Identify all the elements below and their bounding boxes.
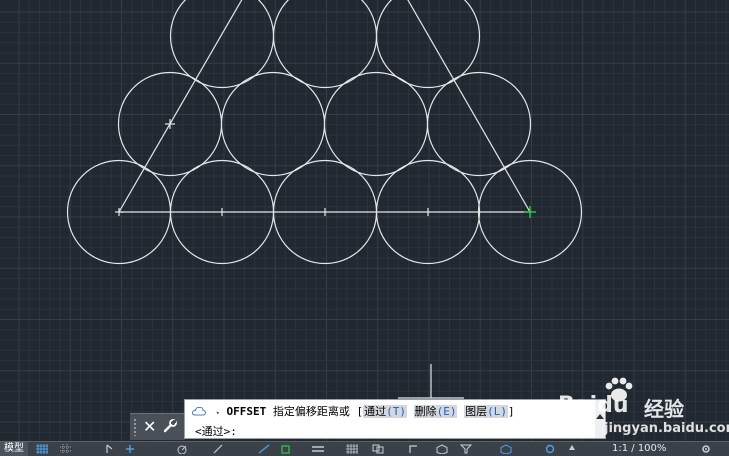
cloud-icon[interactable] bbox=[191, 405, 209, 417]
scroll-up-icon[interactable] bbox=[596, 414, 604, 419]
bracket-close: ] bbox=[507, 405, 515, 418]
command-name: OFFSET bbox=[226, 405, 267, 418]
zoom-level[interactable]: 1:1 / 100% bbox=[612, 442, 666, 456]
option-erase[interactable]: 删除(E) bbox=[413, 405, 458, 418]
isodraft-icon[interactable] bbox=[212, 444, 224, 454]
command-line[interactable]: ▾ OFFSET 指定偏移距离或 [通过(T) 删除(E) 图层(L)] <通过… bbox=[184, 399, 606, 439]
annotation-scale-icon[interactable] bbox=[566, 444, 578, 454]
command-input[interactable]: <通过>: bbox=[195, 423, 237, 439]
grid-icon[interactable] bbox=[36, 444, 48, 454]
cursor-icon[interactable] bbox=[104, 444, 116, 454]
option-layer[interactable]: 图层(L) bbox=[464, 405, 508, 418]
osnap-track-icon[interactable] bbox=[258, 444, 270, 454]
command-history-line: ▾ OFFSET 指定偏移距离或 [通过(T) 删除(E) 图层(L)] bbox=[191, 403, 515, 419]
tab-model[interactable]: 模型 bbox=[0, 442, 28, 456]
drawing-area[interactable] bbox=[0, 0, 729, 455]
status-bar: 模型 1:1 / 100% bbox=[0, 441, 729, 456]
drag-grip[interactable] bbox=[133, 418, 137, 436]
osnap-icon[interactable] bbox=[280, 444, 292, 454]
drawing-canvas[interactable]: ✕ ▾ OFFSET 指定偏移距离或 [通过(T) 删除(E) 图层(L)] <… bbox=[0, 0, 729, 456]
gear-icon[interactable] bbox=[700, 444, 712, 454]
3d-osnap-icon[interactable] bbox=[436, 444, 448, 454]
polar-icon[interactable] bbox=[176, 444, 188, 454]
triangle-right-line bbox=[407, 0, 531, 213]
lineweight-icon[interactable] bbox=[312, 444, 324, 454]
selection-cycling-icon[interactable] bbox=[372, 444, 384, 454]
gizmo-icon[interactable] bbox=[500, 444, 512, 454]
command-line-handle[interactable]: ✕ bbox=[130, 413, 185, 440]
close-icon[interactable]: ✕ bbox=[143, 417, 156, 437]
annotation-icon[interactable] bbox=[544, 444, 556, 454]
chevron-down-icon[interactable]: ▾ bbox=[216, 409, 220, 417]
circle-entity[interactable] bbox=[220, 71, 326, 177]
option-through[interactable]: 通过(T) bbox=[363, 405, 407, 418]
ortho-icon[interactable] bbox=[124, 444, 136, 454]
wrench-icon[interactable] bbox=[162, 418, 178, 434]
dynamic-ucs-icon[interactable] bbox=[408, 444, 420, 454]
circle-entity[interactable] bbox=[323, 71, 429, 177]
command-prompt: 指定偏移距离或 bbox=[272, 405, 350, 418]
drawing-geometry bbox=[66, 0, 583, 399]
filter-icon[interactable] bbox=[460, 444, 472, 454]
command-scrollbar[interactable] bbox=[595, 400, 605, 438]
snap-icon[interactable] bbox=[60, 444, 72, 454]
drawing-grid bbox=[0, 0, 729, 441]
transparency-icon[interactable] bbox=[346, 444, 358, 454]
triangle-left-line bbox=[118, 0, 243, 213]
